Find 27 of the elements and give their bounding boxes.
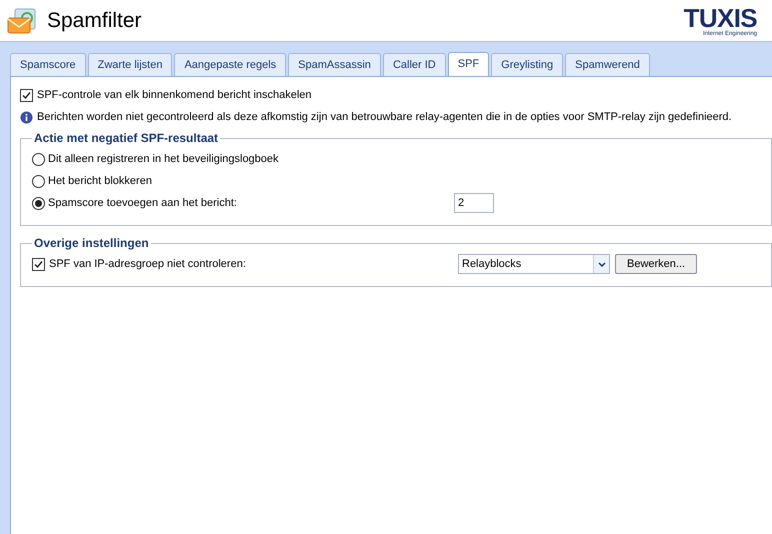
tab[interactable]: Caller ID (382, 53, 446, 76)
tab[interactable]: Spamwerend (565, 53, 650, 76)
checkbox[interactable] (20, 88, 33, 102)
tab[interactable]: SpamAssassin (288, 53, 381, 76)
radio-label: Spamscore toevoegen aan het bericht: (48, 196, 238, 211)
group-title: Overige instellingen (33, 235, 150, 252)
radio-button[interactable] (32, 152, 45, 166)
tab[interactable]: Greylisting (491, 53, 564, 76)
dropdown[interactable]: Relayblocks (458, 254, 610, 274)
edit-button[interactable]: Bewerken... (615, 254, 698, 274)
tab[interactable]: SPF (448, 52, 490, 76)
input-field[interactable]: 2 (454, 193, 494, 213)
radio-label: Het bericht blokkeren (48, 174, 153, 189)
checkbox-label: SPF-controle van elk binnenkomend bericht inschakelen (37, 88, 312, 103)
tab[interactable]: Aangepaste regels (174, 53, 286, 76)
radio-label: Dit alleen registreren in het beveiligingslogboek (48, 152, 280, 167)
tab[interactable]: Spamscore (10, 53, 86, 76)
checkbox[interactable] (32, 258, 45, 270)
caret-icon (598, 262, 606, 266)
tab[interactable]: Zwarte lijsten (88, 53, 172, 76)
radio-button[interactable] (32, 174, 45, 188)
radio-button[interactable] (32, 196, 45, 210)
group-title: Actie met negatief SPF-resultaat (33, 130, 220, 147)
info-icon (20, 110, 33, 124)
info-text: Berichten worden niet gecontroleerd als deze afkomstig zijn van betrouwbare relay-agenten die in de opties voor SMTP-relay zijn gedefinieerd. (37, 110, 732, 125)
checkbox-label: SPF van IP-adresgroep niet controleren: (49, 256, 247, 272)
page-title: Spamfilter (47, 8, 142, 34)
